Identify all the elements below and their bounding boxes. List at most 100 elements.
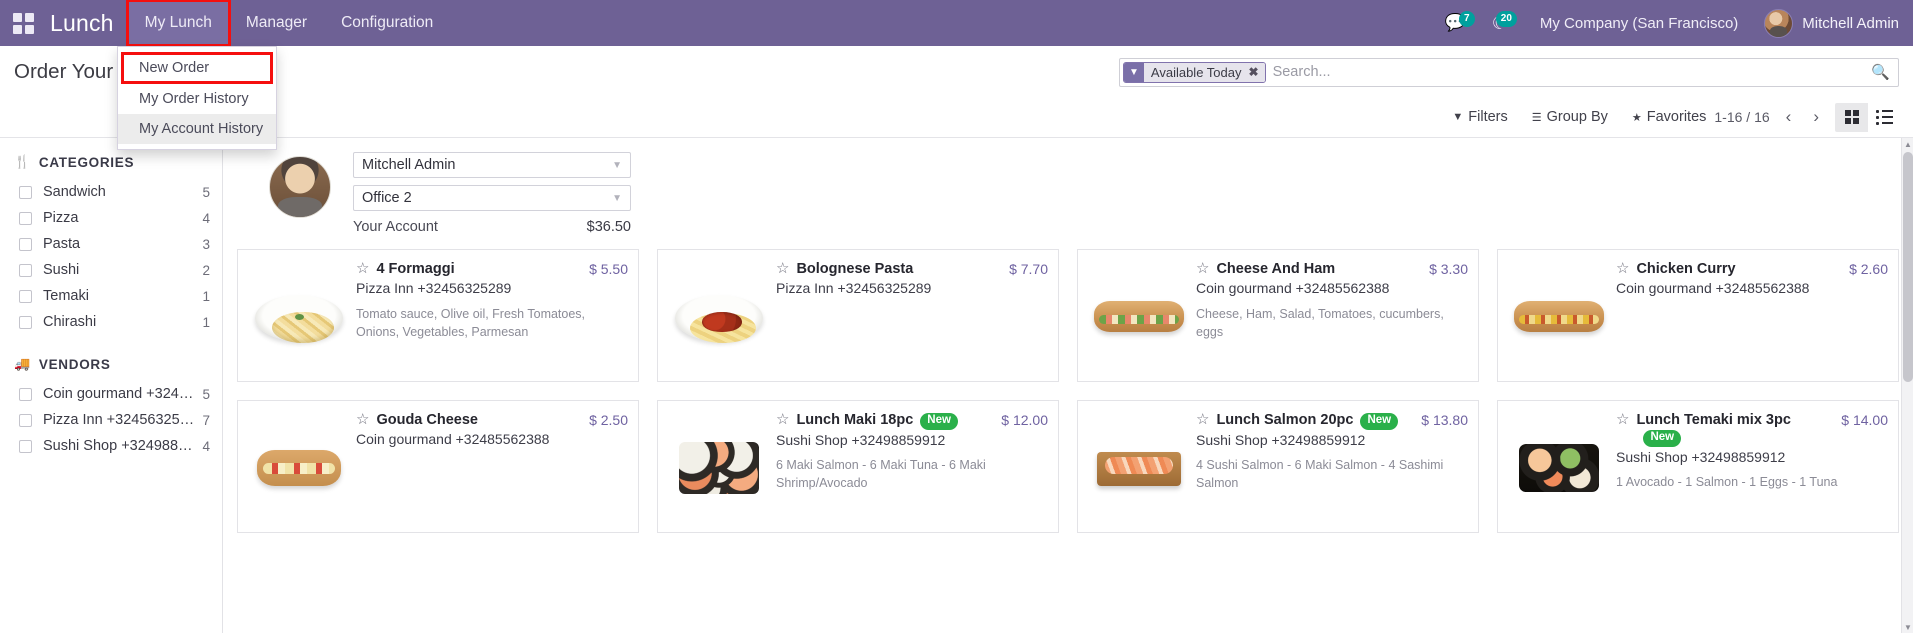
gouda-sandwich-image: [251, 436, 347, 498]
sidebar-item-label: Temaki: [43, 288, 89, 304]
sidebar-item-label: Chirashi: [43, 314, 97, 330]
product-description: Cheese, Ham, Salad, Tomatoes, cucumbers,…: [1196, 306, 1444, 339]
search-input[interactable]: [1272, 64, 1868, 80]
product-name: 4 Formaggi: [376, 261, 455, 277]
favorites-button[interactable]: ★ Favorites: [1632, 109, 1707, 125]
favorite-star-icon[interactable]: ☆: [776, 411, 789, 429]
sidebar-item-label: Sushi: [43, 262, 80, 278]
apps-grid-icon: [12, 12, 34, 34]
favorite-star-icon[interactable]: ☆: [776, 260, 789, 278]
checkbox-icon[interactable]: [19, 315, 32, 329]
checkbox-icon[interactable]: [19, 211, 32, 225]
search-facet-available-today[interactable]: ▼ Available Today ✖: [1123, 61, 1266, 83]
product-image: [667, 410, 770, 523]
filters-button[interactable]: ▼ Filters: [1452, 109, 1507, 125]
product-card-bolognese-pasta[interactable]: ☆ Bolognese Pasta $ 7.70 Pizza Inn +3245…: [657, 249, 1059, 382]
sidebar-item-sandwich[interactable]: Sandwich 5: [0, 179, 222, 205]
filters-label: Filters: [1468, 109, 1508, 125]
product-header: ☆ Chicken Curry $ 2.60: [1616, 260, 1888, 278]
control-panel-bottom-row: ▼ Filters ☰ Group By ★ Favorites 1-16 / …: [0, 98, 1913, 136]
sidebar-item-sushi[interactable]: Sushi 2: [0, 257, 222, 283]
group-by-button[interactable]: ☰ Group By: [1532, 109, 1608, 125]
favorite-star-icon[interactable]: ☆: [356, 260, 369, 278]
sidebar-item-sushi-shop[interactable]: Sushi Shop +32498859… 4: [0, 433, 222, 459]
sidebar-vendors-header: 🚚 VENDORS: [0, 335, 222, 381]
product-card-gouda-cheese[interactable]: ☆ Gouda Cheese $ 2.50 Coin gourmand +324…: [237, 400, 639, 533]
kanban-row: ☆ 4 Formaggi $ 5.50 Pizza Inn +324563252…: [237, 249, 1899, 382]
dropdown-item-my-order-history[interactable]: My Order History: [118, 84, 276, 114]
checkbox-icon[interactable]: [19, 263, 32, 277]
sidebar-item-label: Pizza Inn +32456325289: [43, 412, 197, 428]
search-icon[interactable]: 🔍: [1867, 63, 1894, 81]
pager-previous-button[interactable]: ‹: [1780, 107, 1798, 127]
sidebar-item-pasta[interactable]: Pasta 3: [0, 231, 222, 257]
user-menu[interactable]: Mitchell Admin: [1760, 8, 1899, 38]
nav-menu-my-lunch[interactable]: My Lunch: [125, 0, 231, 47]
sidebar-item-count: 1: [202, 288, 210, 304]
scroll-up-arrow-icon[interactable]: ▲: [1902, 138, 1913, 150]
sidebar-item-coin-gourmand[interactable]: Coin gourmand +32485… 5: [0, 381, 222, 407]
checkbox-icon[interactable]: [19, 289, 32, 303]
pager-next-button[interactable]: ›: [1807, 107, 1825, 127]
product-card-lunch-salmon-20pc[interactable]: ☆ Lunch Salmon 20pc New $ 13.80 Sushi Sho…: [1077, 400, 1479, 533]
checkbox-icon[interactable]: [19, 185, 32, 199]
product-header: ☆ Bolognese Pasta $ 7.70: [776, 260, 1048, 278]
product-header: ☆ Gouda Cheese $ 2.50: [356, 411, 628, 429]
product-header: ☆ Lunch Salmon 20pc New $ 13.80: [1196, 411, 1468, 430]
account-panel: Mitchell Admin ▼ Office 2 ▼ Your Account…: [223, 138, 1913, 245]
location-select[interactable]: Office 2 ▼: [353, 185, 631, 211]
company-switcher[interactable]: My Company (San Francisco): [1524, 15, 1754, 32]
kanban-view-icon: [1844, 110, 1859, 124]
product-vendor: Coin gourmand +32485562388: [1616, 280, 1810, 297]
scrollbar-thumb[interactable]: [1903, 152, 1913, 382]
nav-menu-configuration[interactable]: Configuration: [324, 1, 450, 45]
product-card-4-formaggi[interactable]: ☆ 4 Formaggi $ 5.50 Pizza Inn +324563252…: [237, 249, 639, 382]
product-description: 1 Avocado - 1 Salmon - 1 Eggs - 1 Tuna: [1616, 475, 1838, 490]
app-brand-lunch[interactable]: Lunch: [46, 10, 128, 37]
product-image: [1507, 410, 1610, 523]
product-card-lunch-maki-18pc[interactable]: ☆ Lunch Maki 18pc New $ 12.00 Sushi Shop …: [657, 400, 1059, 533]
facet-remove-icon[interactable]: ✖: [1246, 62, 1265, 82]
product-vendor: Sushi Shop +32498859912: [1196, 431, 1366, 448]
nav-menu-manager[interactable]: Manager: [229, 1, 324, 45]
truck-icon: 🚚: [14, 356, 31, 371]
vertical-scrollbar[interactable]: ▲ ▼: [1901, 138, 1913, 633]
dropdown-item-my-account-history[interactable]: My Account History: [118, 114, 276, 144]
favorite-star-icon[interactable]: ☆: [356, 411, 369, 429]
dropdown-item-new-order[interactable]: New Order: [121, 52, 273, 84]
favorite-star-icon[interactable]: ☆: [1616, 260, 1629, 278]
sidebar-item-pizza[interactable]: Pizza 4: [0, 205, 222, 231]
product-price: $ 12.00: [1001, 412, 1048, 428]
activities-button[interactable]: ☾ 20: [1482, 10, 1518, 34]
product-description: Tomato sauce, Olive oil, Fresh Tomatoes,…: [356, 306, 586, 339]
sidebar-item-temaki[interactable]: Temaki 1: [0, 283, 222, 309]
apps-menu-button[interactable]: [0, 0, 46, 46]
pager-range: 1-16 / 16: [1714, 109, 1770, 125]
sidebar-item-pizza-inn[interactable]: Pizza Inn +32456325289 7: [0, 407, 222, 433]
product-card-cheese-and-ham[interactable]: ☆ Cheese And Ham $ 3.30 Coin gourmand +3…: [1077, 249, 1479, 382]
user-select[interactable]: Mitchell Admin ▼: [353, 152, 631, 178]
kanban-view-button[interactable]: [1835, 102, 1868, 132]
checkbox-icon[interactable]: [19, 237, 32, 251]
checkbox-icon[interactable]: [19, 387, 32, 401]
product-name-text: Lunch Salmon 20pc: [1216, 412, 1354, 428]
sidebar-item-count: 5: [202, 184, 210, 200]
messages-button[interactable]: 💬 7: [1435, 11, 1476, 33]
product-name: Lunch Maki 18pc New: [796, 412, 993, 430]
favorite-star-icon[interactable]: ☆: [1196, 411, 1209, 429]
favorite-star-icon[interactable]: ☆: [1616, 411, 1629, 429]
facet-label: Available Today: [1143, 62, 1247, 82]
sidebar-item-chirashi[interactable]: Chirashi 1: [0, 309, 222, 335]
checkbox-icon[interactable]: [19, 413, 32, 427]
pasta-bolognese-image: [671, 285, 767, 347]
checkbox-icon[interactable]: [19, 439, 32, 453]
product-name: Cheese And Ham: [1216, 261, 1336, 277]
search-view[interactable]: ▼ Available Today ✖ 🔍: [1119, 57, 1899, 87]
scroll-down-arrow-icon[interactable]: ▼: [1902, 621, 1913, 633]
favorite-star-icon[interactable]: ☆: [1196, 260, 1209, 278]
list-view-button[interactable]: [1868, 102, 1901, 132]
sidebar-item-label: Sushi Shop +32498859…: [43, 438, 197, 454]
product-card-lunch-temaki-mix-3pc[interactable]: ☆ Lunch Temaki mix 3pc New $ 14.00 Sushi …: [1497, 400, 1899, 533]
product-info: ☆ Lunch Maki 18pc New $ 12.00 Sushi Shop …: [776, 410, 1048, 523]
product-card-chicken-curry[interactable]: ☆ Chicken Curry $ 2.60 Coin gourmand +32…: [1497, 249, 1899, 382]
